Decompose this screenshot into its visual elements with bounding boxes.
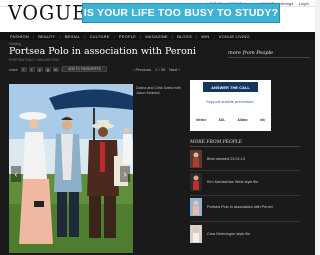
photo-caption: Dasha and Celia Sweid with Jason Mesnick: [136, 86, 181, 95]
list-item[interactable]: Cara Delevingne style file: [190, 224, 305, 244]
advert-sponsors: lifeline AOL Allianz nib: [190, 118, 271, 122]
share-bar: share f t p g m e: [9, 67, 67, 72]
divider: [190, 221, 300, 222]
nav-item-culture[interactable]: CULTURE: [90, 34, 110, 39]
next-link[interactable]: Next ›: [169, 67, 180, 72]
list-item[interactable]: Portsea Polo in association with Peroni: [190, 197, 305, 217]
previous-photo-arrow[interactable]: ‹: [11, 166, 21, 182]
share-label: share: [9, 67, 18, 72]
facebook-icon[interactable]: f: [20, 67, 27, 72]
thumbnail: [190, 173, 202, 191]
list-item[interactable]: Best dressed 24.01.13: [190, 149, 305, 169]
thumbnail: [190, 150, 202, 168]
nav-item-beauty[interactable]: BEAUTY: [38, 34, 55, 39]
divider: [190, 170, 300, 171]
nav-item-fashion[interactable]: FASHION: [10, 34, 29, 39]
list-item-label: Portsea Polo in association with Peroni: [207, 204, 273, 209]
list-item-label: Kim Kardashian West style file: [207, 179, 259, 184]
sponsor-logo: nib: [260, 118, 265, 122]
site-logo[interactable]: VOGUE: [8, 1, 87, 24]
advert-text: Support suicide prevention.: [206, 99, 255, 104]
google-plus-icon[interactable]: g: [44, 67, 51, 72]
twitter-icon[interactable]: t: [28, 67, 35, 72]
more-share-icon[interactable]: m: [52, 67, 59, 72]
more-from-people-heading: MORE FROM PEOPLE: [190, 140, 242, 145]
nav-item-vogue-living[interactable]: VOGUE LIVING: [219, 34, 250, 39]
polo-guests-photo: [9, 84, 133, 253]
divider: [190, 195, 300, 196]
nav-separator: |: [213, 33, 215, 39]
main-nav: FASHION | BEAUTY | BRIDAL | CULTURE | PEOPLE…: [0, 32, 315, 40]
nav-separator: |: [195, 33, 198, 39]
more-from-people-link[interactable]: more from People: [228, 50, 273, 56]
gallery-pager: ‹ Previous 1 / 39 Next ›: [130, 67, 180, 72]
thumbnail: [190, 225, 202, 243]
gallery-photo[interactable]: [9, 84, 133, 253]
page-title: Portsea Polo in association with Peroni: [9, 46, 196, 57]
sponsor-logo: Allianz: [237, 118, 248, 122]
sponsor-logo: AOL: [218, 118, 226, 122]
nav-separator: |: [84, 33, 86, 39]
sponsor-logo: lifeline: [196, 118, 207, 122]
divider: [190, 146, 300, 147]
list-item[interactable]: Kim Kardashian West style file: [190, 172, 305, 192]
gallery-counter: 1 / 39: [155, 67, 166, 72]
thumbnail: [190, 198, 202, 216]
nav-item-win[interactable]: WIN: [201, 34, 209, 39]
nav-separator: |: [113, 33, 115, 39]
answer-the-call-button[interactable]: ANSWER THE CALL: [203, 82, 258, 92]
list-item-label: Best dressed 24.01.13: [207, 156, 245, 161]
nav-item-bridal[interactable]: BRIDAL: [65, 34, 81, 39]
top-link-login[interactable]: Login: [299, 1, 309, 6]
next-photo-arrow[interactable]: ›: [120, 166, 130, 182]
nav-separator: |: [59, 33, 61, 39]
divider: [228, 57, 310, 58]
article-subtitle: PORTSEA POLO / JANUARY 2013: [9, 58, 60, 62]
nav-separator: |: [171, 33, 174, 39]
pinterest-icon[interactable]: p: [36, 67, 43, 72]
nav-item-blogs[interactable]: BLOGS: [177, 34, 192, 39]
previous-link[interactable]: ‹ Previous: [133, 67, 151, 72]
banner-advert[interactable]: IS YOUR LIFE TOO BUSY TO STUDY?: [82, 3, 280, 23]
nav-item-magazine[interactable]: MAGAZINE: [145, 34, 168, 39]
list-item-label: Cara Delevingne style file: [207, 231, 251, 236]
nav-item-people[interactable]: PEOPLE: [119, 34, 136, 39]
nav-separator: |: [140, 33, 142, 39]
add-to-favourites-button[interactable]: ADD TO FAVOURITES: [62, 66, 107, 72]
nav-separator: |: [32, 33, 35, 39]
